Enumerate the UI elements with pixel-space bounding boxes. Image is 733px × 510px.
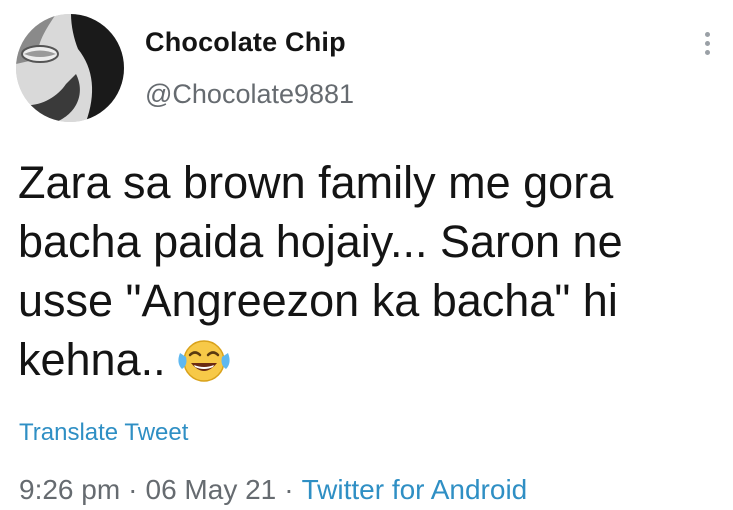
translate-tweet-link[interactable]: Translate Tweet bbox=[19, 419, 188, 447]
tweet-meta: 9:26 pm · 06 May 21 · Twitter for Android bbox=[19, 474, 527, 506]
separator-dot: · bbox=[284, 474, 294, 505]
tweet-text-body: Zara sa brown family me gora bacha paida… bbox=[18, 157, 623, 385]
avatar[interactable] bbox=[16, 14, 124, 122]
tweet-card: Chocolate Chip @Chocolate9881 Zara sa br… bbox=[0, 0, 733, 510]
more-vertical-icon[interactable] bbox=[697, 32, 717, 62]
tweet-source-link[interactable]: Twitter for Android bbox=[302, 474, 528, 505]
tweet-date: 06 May 21 bbox=[145, 474, 277, 505]
face-with-tears-of-joy-icon bbox=[176, 338, 232, 382]
author-handle[interactable]: @Chocolate9881 bbox=[145, 79, 354, 110]
tweet-time: 9:26 pm bbox=[19, 474, 121, 505]
author-name[interactable]: Chocolate Chip bbox=[145, 27, 346, 58]
tweet-text: Zara sa brown family me gora bacha paida… bbox=[18, 153, 718, 389]
separator-dot: · bbox=[128, 474, 138, 505]
avatar-image bbox=[16, 14, 124, 122]
